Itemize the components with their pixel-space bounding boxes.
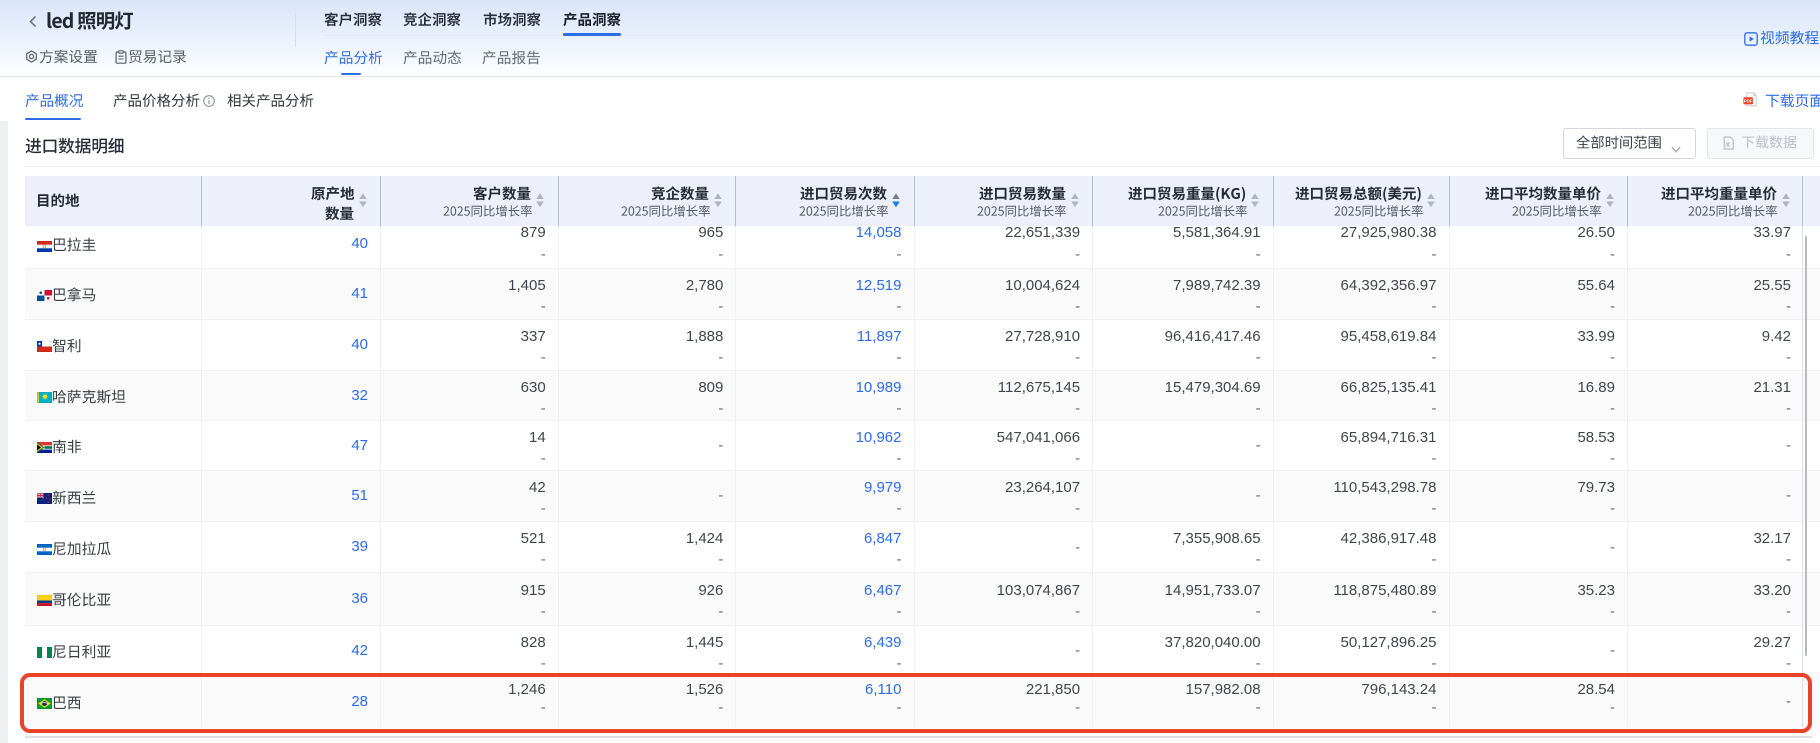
svg-text:PDF: PDF [1744,98,1753,103]
